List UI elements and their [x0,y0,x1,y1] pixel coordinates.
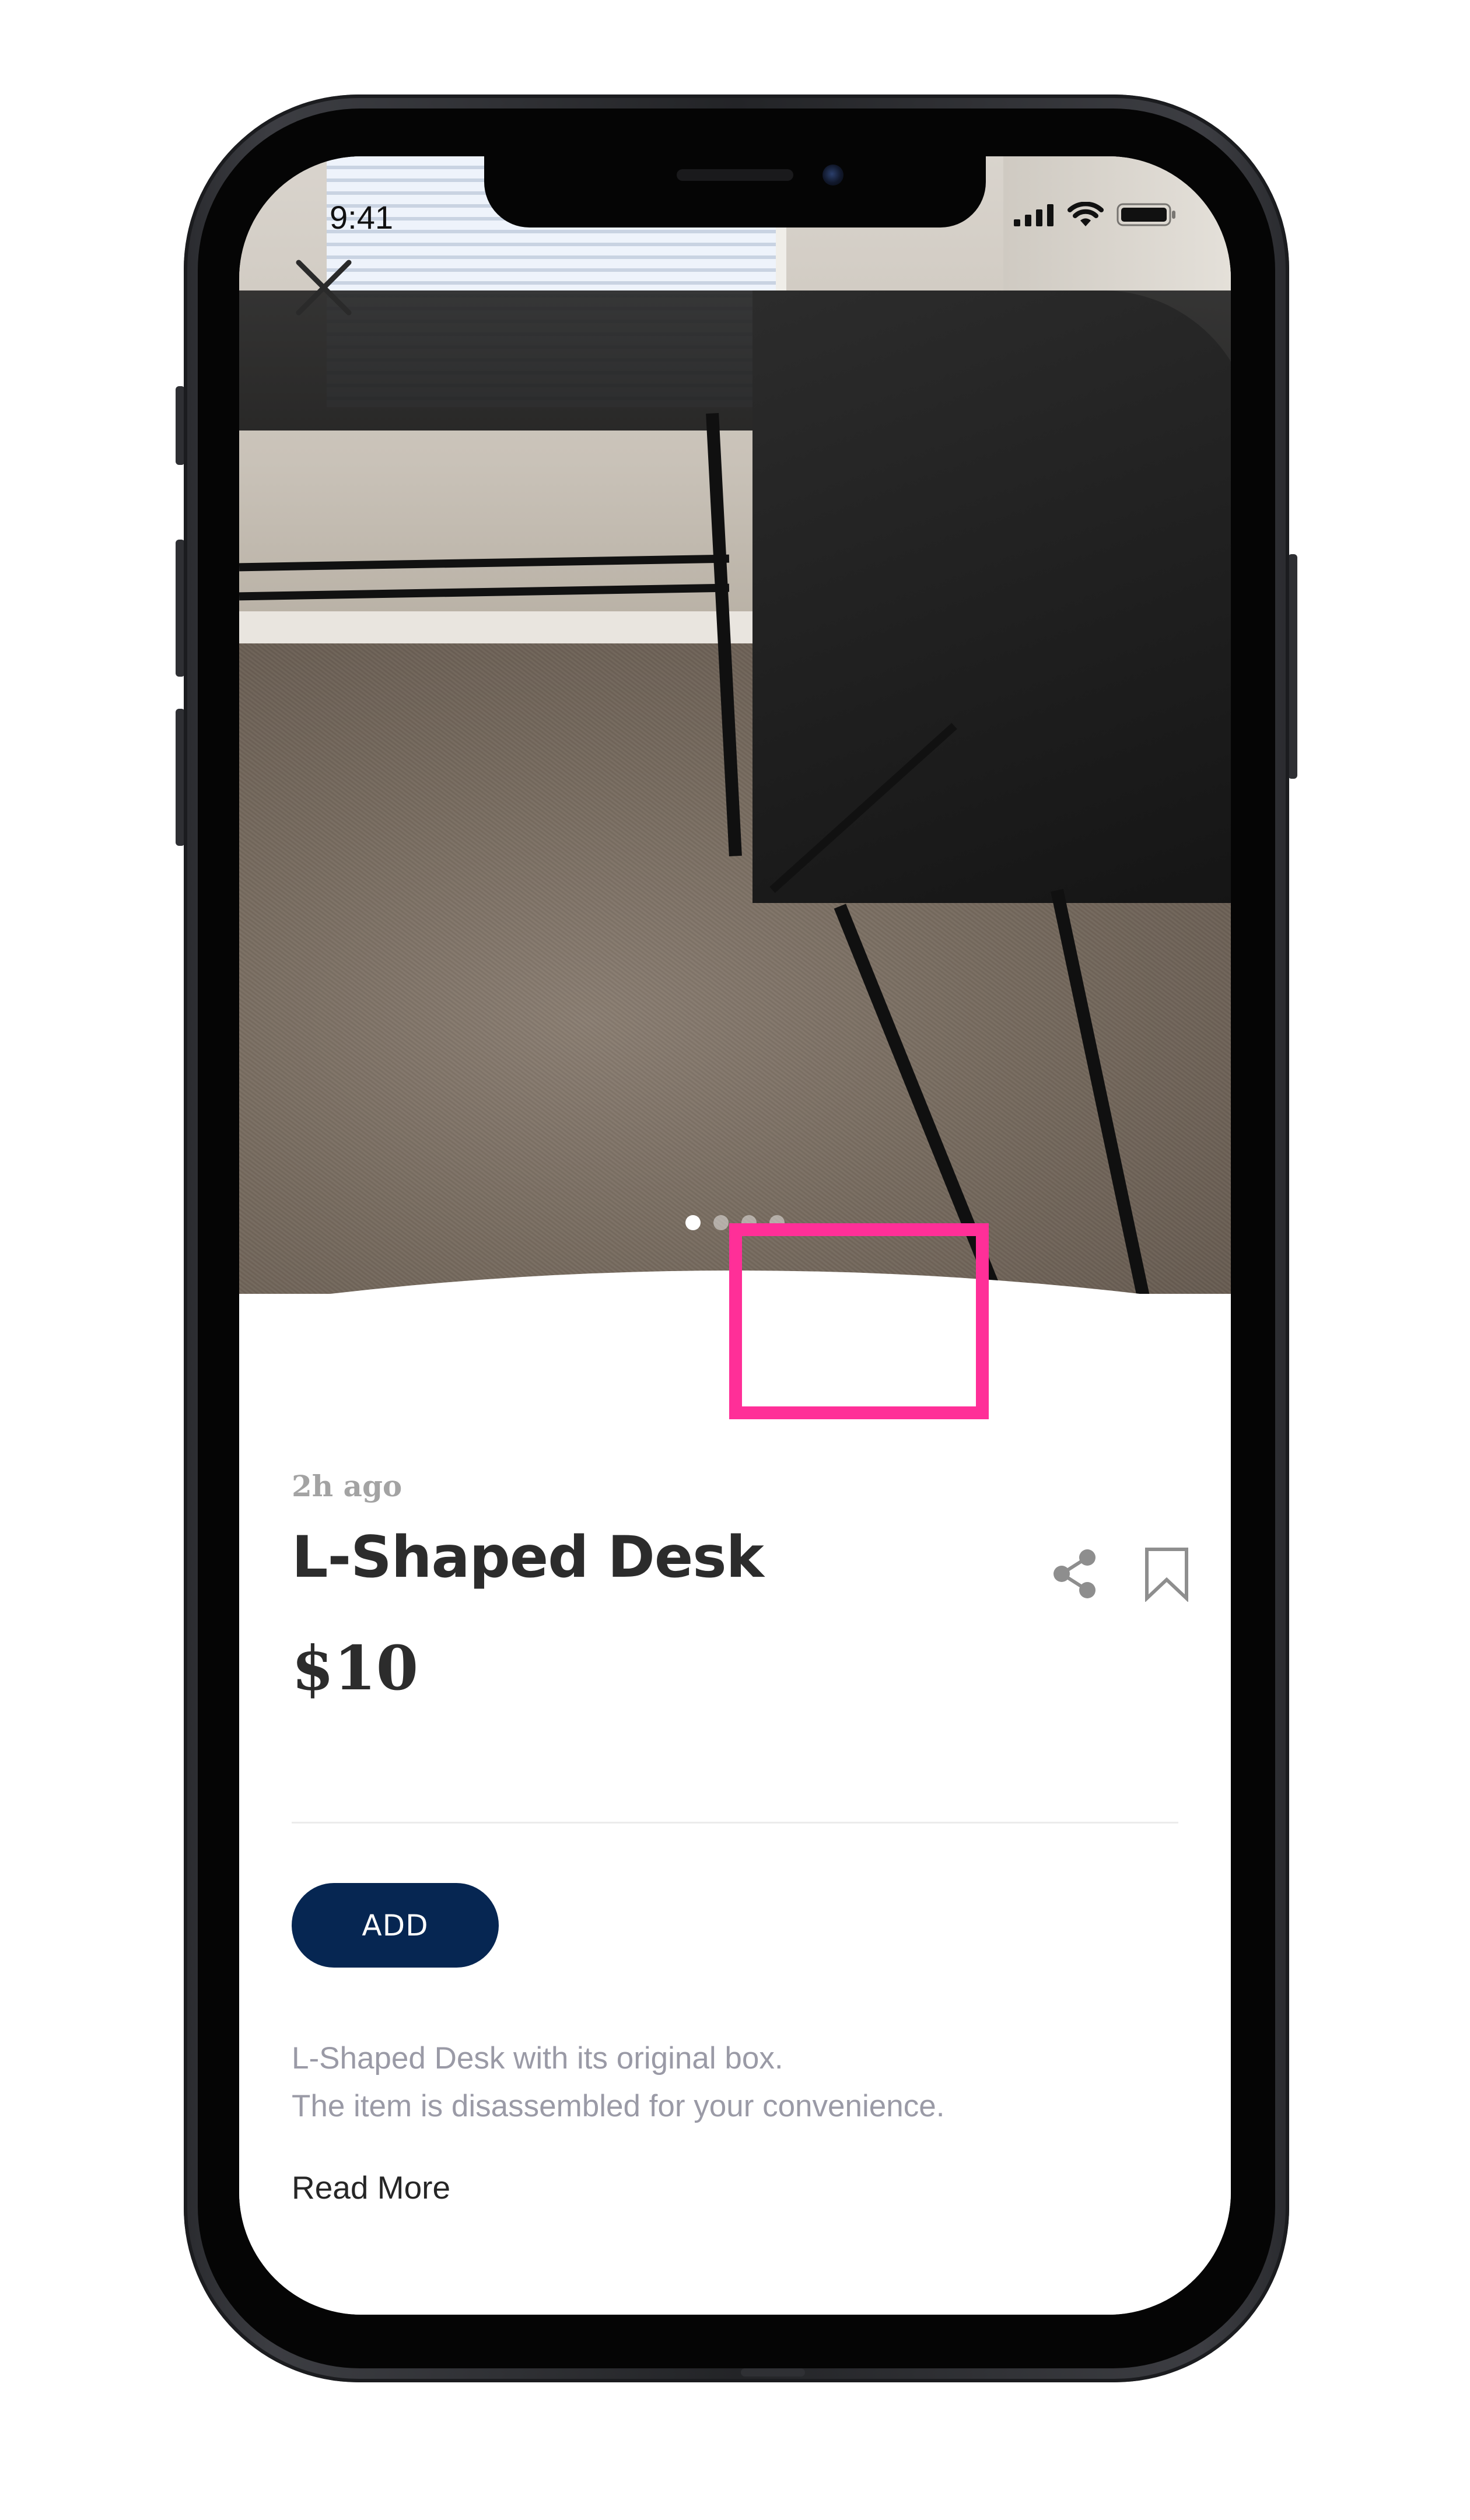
share-button[interactable] [1045,1545,1104,1603]
notch [484,156,986,228]
sheet-curve [239,1270,1231,1335]
carousel-dot[interactable] [741,1215,757,1230]
add-button[interactable]: ADD [292,1883,499,1968]
power-button [1288,554,1297,779]
description-line: The item is disassembled for your conven… [292,2089,945,2123]
close-icon [296,260,352,316]
carousel-indicator[interactable] [239,1215,1231,1230]
carousel-dot[interactable] [769,1215,785,1230]
description-line: L-Shaped Desk with its original box. [292,2041,783,2076]
read-more-link[interactable]: Read More [292,2169,450,2206]
battery-icon [1116,202,1177,230]
listing-price: $10 [292,1632,419,1704]
carousel-dot[interactable] [685,1215,701,1230]
divider [292,1822,1178,1824]
listing-actions [1045,1545,1196,1603]
carousel-dot[interactable] [713,1215,729,1230]
status-icons [1014,201,1177,230]
bookmark-icon [1145,1548,1188,1602]
stage: 9:41 2h ago L-Shaped Desk $10 ADD L-Shap… [0,0,1470,2520]
photo-desk-wing [752,290,1231,903]
posted-time: 2h ago [292,1469,402,1503]
listing-details: 2h ago L-Shaped Desk $10 ADD L-Shaped De… [239,1270,1231,2315]
listing-title: L-Shaped Desk [292,1524,764,1591]
speaker-grille [677,169,793,181]
wifi-icon [1068,201,1104,230]
share-icon [1054,1549,1096,1598]
phone-bottom-detail [741,2368,805,2376]
bookmark-button[interactable] [1138,1545,1196,1603]
front-camera [822,164,844,186]
signal-icon [1014,203,1055,229]
listing-description: L-Shaped Desk with its original box. The… [292,2035,944,2130]
phone-screen: 9:41 2h ago L-Shaped Desk $10 ADD L-Shap… [239,156,1231,2315]
close-button[interactable] [292,256,356,320]
product-photo[interactable] [239,156,1231,1329]
status-time: 9:41 [330,199,393,236]
